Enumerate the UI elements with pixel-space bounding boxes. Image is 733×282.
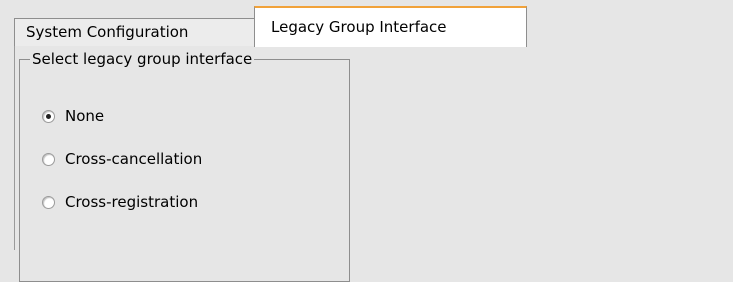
tab-legacy-group-interface[interactable]: Legacy Group Interface bbox=[254, 6, 527, 47]
radio-option-none[interactable]: None bbox=[42, 106, 104, 126]
fieldset-legend: Select legacy group interface bbox=[32, 50, 253, 68]
tab-system-configuration[interactable]: System Configuration bbox=[14, 18, 255, 46]
radio-label-cross-cancellation: Cross-cancellation bbox=[65, 150, 203, 168]
radio-label-cross-registration: Cross-registration bbox=[65, 193, 199, 211]
panel-left-edge bbox=[14, 46, 15, 250]
radio-button-icon[interactable] bbox=[42, 195, 55, 209]
radio-button-icon[interactable] bbox=[42, 152, 55, 166]
tab-label: Legacy Group Interface bbox=[271, 18, 447, 36]
tab-content-panel: Select legacy group interface None Cross… bbox=[0, 46, 733, 282]
radio-button-selected-icon[interactable] bbox=[42, 109, 55, 123]
radio-option-cross-cancellation[interactable]: Cross-cancellation bbox=[42, 149, 202, 169]
tab-bar: System Configuration Legacy Group Interf… bbox=[0, 0, 733, 47]
tab-label: System Configuration bbox=[26, 23, 189, 41]
radio-option-cross-registration[interactable]: Cross-registration bbox=[42, 192, 198, 212]
radio-label-none: None bbox=[65, 107, 105, 125]
